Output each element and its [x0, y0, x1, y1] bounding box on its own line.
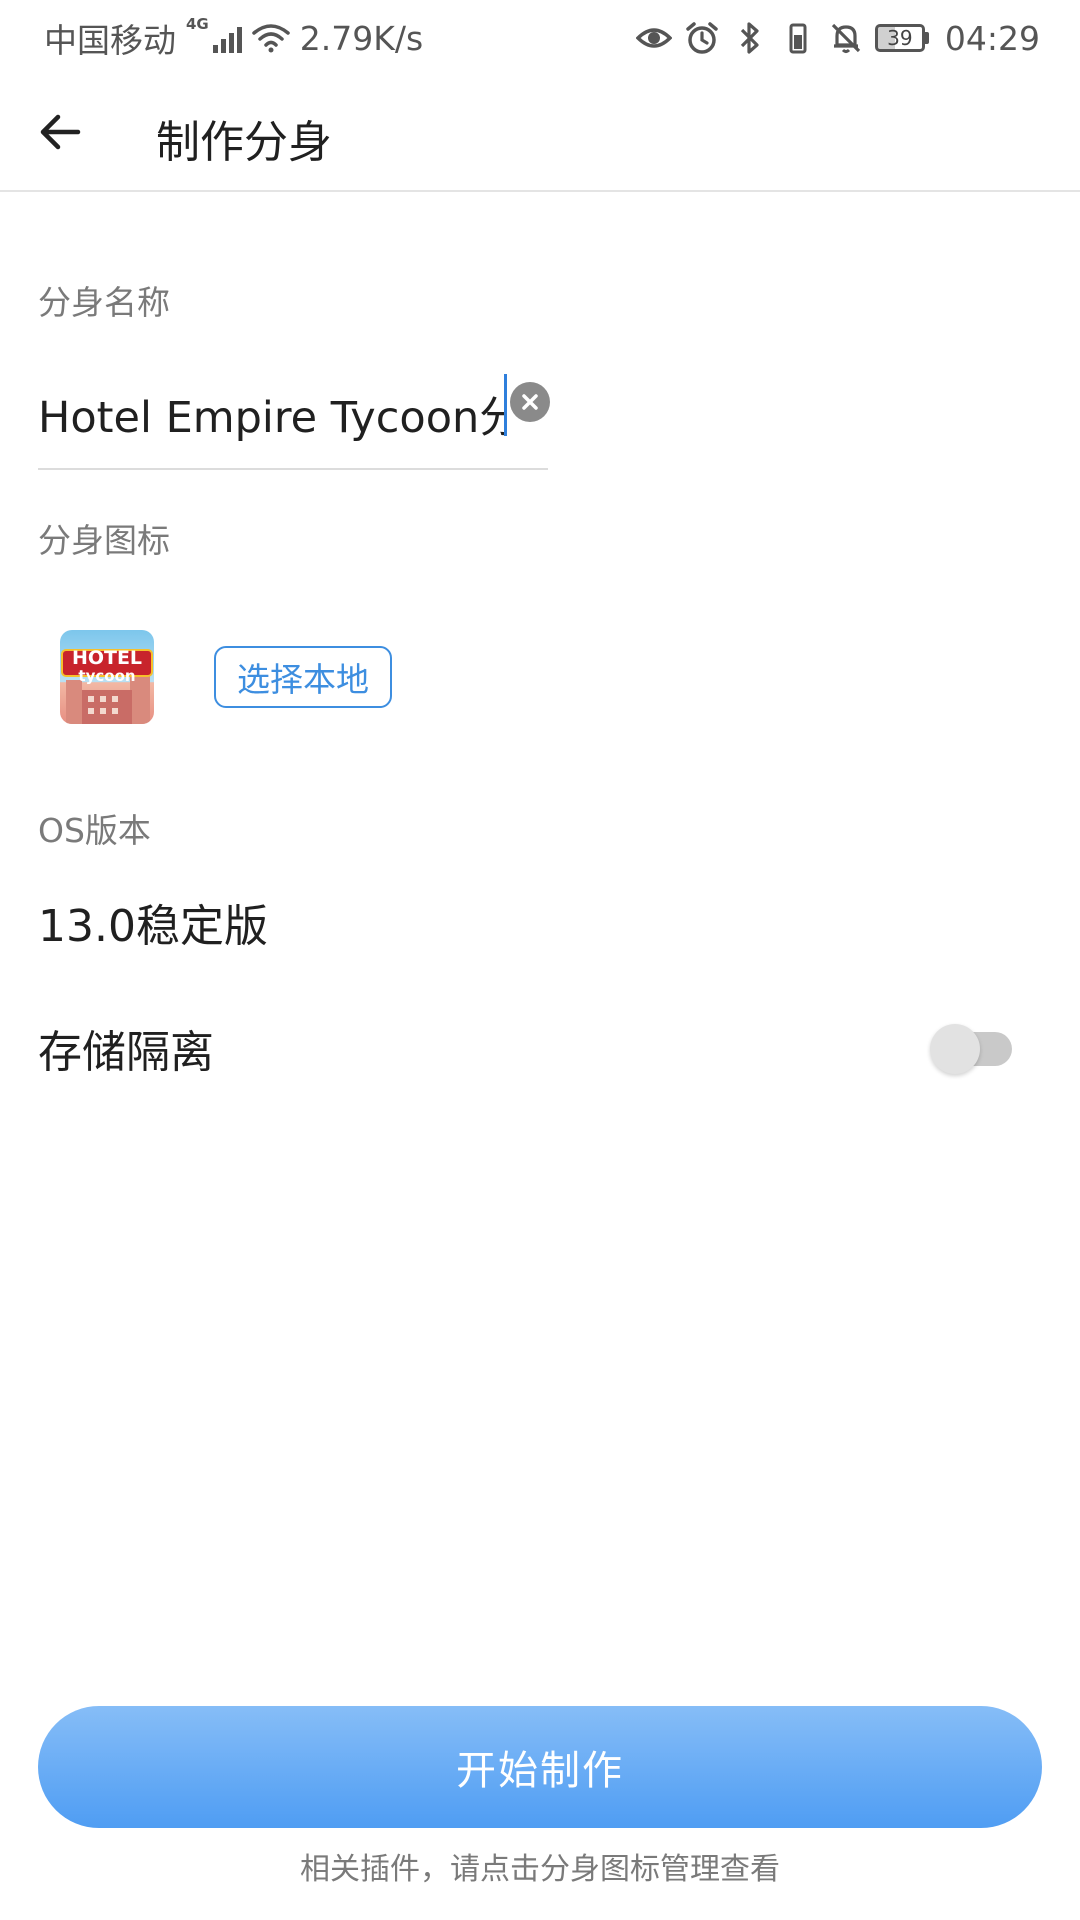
- os-version-label: OS版本: [38, 811, 151, 850]
- signal-icon: [212, 23, 242, 53]
- storage-isolation-toggle[interactable]: [930, 1022, 1014, 1074]
- clock: 04:29: [944, 18, 1040, 58]
- choose-local-button[interactable]: 选择本地: [214, 646, 392, 708]
- network-type: 4G: [186, 15, 209, 33]
- battery-icon: 39: [874, 24, 929, 52]
- icon-text-top: HOTEL: [71, 647, 143, 669]
- text-cursor: [504, 374, 507, 436]
- start-making-button[interactable]: 开始制作: [38, 1706, 1042, 1828]
- plugin-hint-text: 相关插件，请点击分身图标管理查看: [300, 1852, 780, 1887]
- clear-input-button[interactable]: [510, 382, 550, 422]
- mute-bell-icon: [827, 19, 865, 57]
- status-bar: 中国移动 4G 2.79K/s 39 04:29: [0, 0, 1080, 76]
- alarm-icon: [683, 19, 721, 57]
- network-speed: 2.79K/s: [299, 18, 424, 58]
- back-arrow-icon: [40, 114, 81, 150]
- vibrate-battery-icon: [779, 19, 817, 57]
- app-bar: 制作分身: [0, 76, 1080, 192]
- clone-icon-label: 分身图标: [38, 521, 170, 560]
- clone-app-icon[interactable]: HOTEL tycoon: [60, 630, 154, 724]
- storage-isolation-label: 存储隔离: [38, 1027, 214, 1078]
- eye-icon: [635, 19, 673, 57]
- page-title: 制作分身: [156, 117, 332, 168]
- toggle-knob: [930, 1024, 980, 1074]
- bluetooth-icon: [731, 19, 769, 57]
- status-right: 39 04:29: [635, 19, 1040, 58]
- clone-name-field[interactable]: [38, 360, 550, 470]
- os-version-value[interactable]: 13.0稳定版: [38, 890, 268, 954]
- battery-level: 39: [874, 24, 925, 52]
- carrier-name: 中国移动: [44, 21, 176, 60]
- clone-name-input[interactable]: [38, 374, 506, 454]
- back-button[interactable]: [30, 102, 90, 162]
- icon-text-bottom: tycoon: [78, 667, 136, 685]
- close-icon: [522, 394, 538, 410]
- clone-name-label: 分身名称: [38, 283, 170, 322]
- status-left: 中国移动 4G 2.79K/s: [44, 14, 423, 62]
- wifi-icon: [252, 19, 290, 57]
